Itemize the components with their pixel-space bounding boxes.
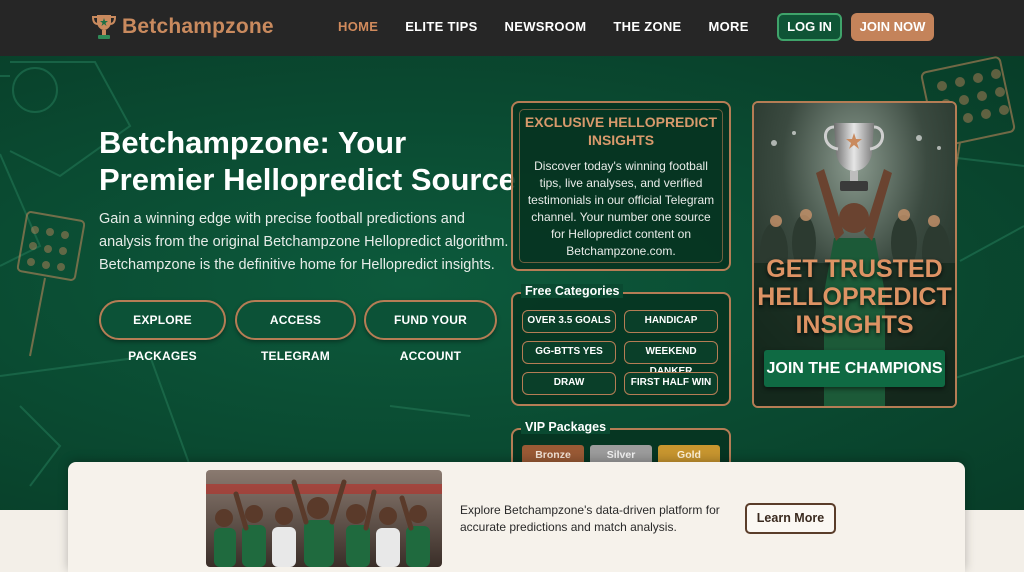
bottom-info-card: Explore Betchampzone's data-driven platf… [68, 462, 965, 572]
top-navbar: Betchampzone HOME ELITE TIPS NEWSROOM TH… [0, 0, 1024, 56]
bottom-description: Explore Betchampzone's data-driven platf… [460, 503, 720, 534]
category-over-3-5-goals[interactable]: OVER 3.5 GOALS [522, 310, 616, 333]
brand-logo[interactable]: Betchampzone [90, 12, 274, 42]
promo-banner[interactable]: GET TRUSTED HELLOPREDICT INSIGHTS JOIN T… [752, 101, 957, 408]
promo-headline: GET TRUSTED HELLOPREDICT INSIGHTS [754, 255, 955, 339]
hero-title-line2: Premier Hellopredict Source [99, 162, 516, 197]
category-handicap[interactable]: HANDICAP [624, 310, 718, 333]
hero-description: Gain a winning edge with precise footbal… [99, 211, 509, 273]
vip-packages-legend: VIP Packages [521, 420, 611, 434]
join-now-button[interactable]: JOIN NOW [851, 13, 934, 41]
nav-item-newsroom[interactable]: NEWSROOM [505, 19, 587, 34]
explore-packages-button[interactable]: EXPLORE PACKAGES [99, 300, 226, 363]
hero-title: Betchampzone: Your Premier Hellopredict … [99, 124, 519, 198]
nav-item-the-zone[interactable]: THE ZONE [613, 19, 681, 34]
celebrating-fans-image [206, 470, 442, 567]
promo-line3: INSIGHTS [795, 311, 914, 339]
learn-more-button[interactable]: Learn More [745, 503, 836, 534]
hero-section: Betchampzone: Your Premier Hellopredict … [0, 56, 1024, 510]
category-draw[interactable]: DRAW [522, 372, 616, 395]
category-first-half-win[interactable]: FIRST HALF WIN [624, 372, 718, 395]
hero-title-line1: Betchampzone: Your [99, 125, 407, 160]
login-button[interactable]: LOG IN [777, 13, 842, 41]
free-categories-panel: Free Categories OVER 3.5 GOALS HANDICAP … [511, 284, 731, 406]
exclusive-insights-card: EXCLUSIVE HELLOPREDICT INSIGHTS Discover… [511, 101, 731, 271]
fans-illustration [206, 470, 442, 567]
nav-item-home[interactable]: HOME [338, 19, 378, 34]
brand-name: Betchampzone [122, 15, 274, 38]
main-menu: HOME ELITE TIPS NEWSROOM THE ZONE MORE [338, 19, 776, 34]
exclusive-insights-text: Discover today's winning football tips, … [527, 159, 715, 258]
promo-line1: GET TRUSTED [766, 255, 943, 283]
exclusive-title-line1: EXCLUSIVE HELLOPREDICT [524, 114, 718, 130]
exclusive-insights-title: EXCLUSIVE HELLOPREDICT INSIGHTS [513, 113, 729, 149]
exclusive-title-line2: INSIGHTS [587, 132, 655, 148]
nav-item-elite-tips[interactable]: ELITE TIPS [405, 19, 477, 34]
free-categories-legend: Free Categories [521, 284, 624, 298]
nav-item-more[interactable]: MORE [709, 19, 749, 34]
promo-line2: HELLOPREDICT [757, 283, 952, 311]
trophy-icon [91, 15, 117, 39]
fund-account-button[interactable]: FUND YOUR ACCOUNT [364, 300, 497, 363]
category-weekend-danker[interactable]: WEEKEND DANKER [624, 341, 718, 377]
access-telegram-button[interactable]: ACCESS TELEGRAM [235, 300, 356, 363]
category-gg-btts-yes[interactable]: GG-BTTS YES [522, 341, 616, 364]
join-champions-button[interactable]: JOIN THE CHAMPIONS [764, 350, 945, 387]
